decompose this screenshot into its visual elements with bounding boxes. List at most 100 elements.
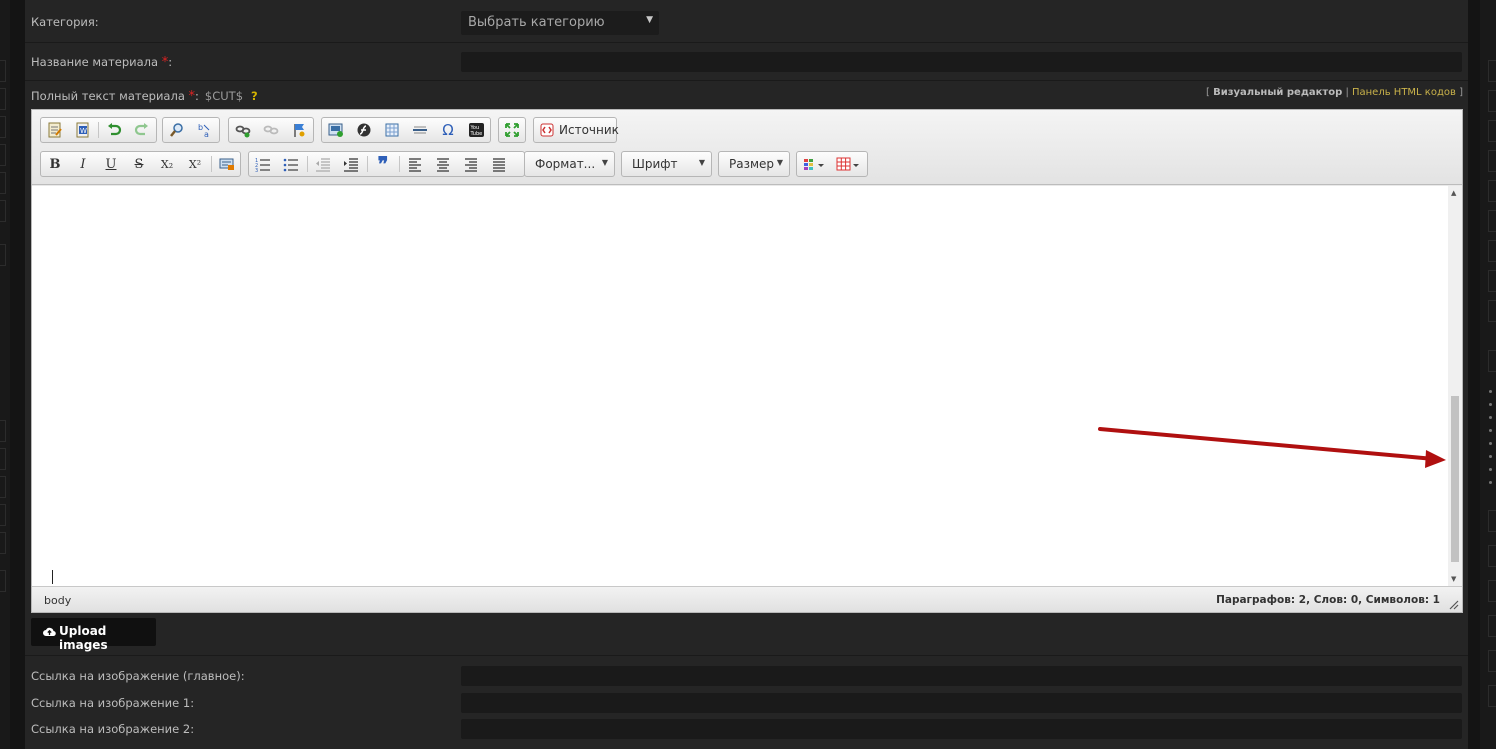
resize-grip-icon[interactable] xyxy=(1449,600,1459,610)
strikethrough-button[interactable]: S xyxy=(128,154,150,174)
font-combo-label: Шрифт xyxy=(632,157,678,171)
unlink-icon[interactable] xyxy=(260,120,282,140)
visual-editor-mode[interactable]: Визуальный редактор xyxy=(1213,87,1342,98)
sidebar-tab[interactable] xyxy=(0,476,6,498)
link-icon[interactable] xyxy=(232,120,254,140)
sidebar-tab[interactable] xyxy=(0,60,6,82)
sidebar-tab[interactable] xyxy=(1488,615,1496,637)
align-center-icon[interactable] xyxy=(432,154,454,174)
color-group xyxy=(796,151,868,177)
mode-separator: | xyxy=(1345,87,1349,98)
horizontal-rule-icon[interactable] xyxy=(409,120,431,140)
size-combo[interactable]: Размер ▼ xyxy=(718,151,790,177)
cut-tag[interactable]: $CUT$ xyxy=(205,89,243,103)
chevron-down-icon: ▼ xyxy=(776,158,783,167)
table-grid-icon[interactable] xyxy=(834,154,864,174)
scroll-down-icon[interactable]: ▼ xyxy=(1451,575,1456,583)
sidebar-tab[interactable] xyxy=(1488,510,1496,532)
youtube-icon[interactable]: You Tube xyxy=(465,120,487,140)
sidebar-tab[interactable] xyxy=(1488,150,1496,172)
sidebar-tab[interactable] xyxy=(1488,90,1496,112)
editor-content-area[interactable]: ▲ ▼ xyxy=(32,186,1462,586)
list-dot xyxy=(1489,442,1492,445)
main-image-input[interactable] xyxy=(461,666,1462,686)
list-dot xyxy=(1489,468,1492,471)
svg-text:W: W xyxy=(80,127,87,135)
bulleted-list-icon[interactable] xyxy=(280,154,302,174)
indent-icon[interactable] xyxy=(340,154,362,174)
sidebar-tab[interactable] xyxy=(1488,545,1496,567)
blockquote-icon[interactable]: ❞ xyxy=(372,152,394,176)
help-icon[interactable]: ? xyxy=(251,89,258,103)
sidebar-tab[interactable] xyxy=(1488,300,1496,322)
image2-input[interactable] xyxy=(461,719,1462,739)
list-dot xyxy=(1489,429,1492,432)
title-input[interactable] xyxy=(461,52,1462,72)
sidebar-tab[interactable] xyxy=(1488,240,1496,262)
special-char-icon[interactable]: Ω xyxy=(437,120,459,140)
category-label: Категория: xyxy=(31,15,99,29)
sidebar-tab[interactable] xyxy=(1488,350,1496,372)
remove-format-icon[interactable] xyxy=(216,154,238,174)
upload-images-button[interactable]: Upload images xyxy=(31,618,156,652)
source-button-label: Источник xyxy=(559,123,619,137)
font-combo[interactable]: Шрифт ▼ xyxy=(621,151,712,177)
numbered-list-icon[interactable]: 123 xyxy=(252,154,274,174)
redo-icon[interactable] xyxy=(131,120,153,140)
sidebar-tab[interactable] xyxy=(0,448,6,470)
bold-button[interactable]: B xyxy=(44,154,66,174)
image1-label: Ссылка на изображение 1: xyxy=(31,696,195,710)
bracket-open: [ xyxy=(1205,87,1210,98)
editor-scrollbar[interactable]: ▲ ▼ xyxy=(1448,186,1462,586)
outdent-icon[interactable] xyxy=(312,154,334,174)
sidebar-tab[interactable] xyxy=(0,244,6,266)
sidebar-tab[interactable] xyxy=(0,144,6,166)
superscript-button[interactable]: X² xyxy=(184,154,206,174)
align-left-icon[interactable] xyxy=(404,154,426,174)
align-right-icon[interactable] xyxy=(460,154,482,174)
anchor-icon[interactable] xyxy=(288,120,310,140)
sidebar-tab[interactable] xyxy=(1488,120,1496,142)
sidebar-tab[interactable] xyxy=(0,200,6,222)
source-button[interactable]: Источник xyxy=(533,117,619,143)
sidebar-tab[interactable] xyxy=(1488,270,1496,292)
maximize-icon[interactable] xyxy=(501,120,523,140)
undo-icon[interactable] xyxy=(103,120,125,140)
sidebar-tab[interactable] xyxy=(1488,685,1496,707)
replace-icon[interactable]: ba xyxy=(194,120,216,140)
sidebar-tab[interactable] xyxy=(0,420,6,442)
html-panel-mode[interactable]: Панель HTML кодов xyxy=(1352,87,1456,98)
subscript-button[interactable]: X₂ xyxy=(156,154,178,174)
scrollbar-thumb[interactable] xyxy=(1451,396,1459,562)
sidebar-tab[interactable] xyxy=(0,116,6,138)
sidebar-tab[interactable] xyxy=(0,172,6,194)
flash-icon[interactable] xyxy=(353,120,375,140)
underline-button[interactable]: U xyxy=(100,154,122,174)
sidebar-tab[interactable] xyxy=(1488,210,1496,232)
toolbar-separator xyxy=(211,156,212,172)
paste-word-icon[interactable]: W xyxy=(72,120,94,140)
paste-text-icon[interactable] xyxy=(44,120,66,140)
annotation-arrow xyxy=(1098,427,1446,468)
table-icon[interactable] xyxy=(381,120,403,140)
image-icon[interactable] xyxy=(325,120,347,140)
sidebar-tab[interactable] xyxy=(0,570,6,592)
category-select[interactable]: Выбрать категорию ▼ xyxy=(461,11,659,35)
sidebar-tab[interactable] xyxy=(0,532,6,554)
text-color-icon[interactable] xyxy=(800,154,830,174)
upload-cloud-icon xyxy=(43,627,56,637)
sidebar-tab[interactable] xyxy=(1488,180,1496,202)
italic-button[interactable]: I xyxy=(72,154,94,174)
scroll-up-icon[interactable]: ▲ xyxy=(1451,189,1456,197)
sidebar-tab[interactable] xyxy=(1488,60,1496,82)
sidebar-tab[interactable] xyxy=(0,504,6,526)
sidebar-tab[interactable] xyxy=(1488,650,1496,672)
find-icon[interactable] xyxy=(166,120,188,140)
element-path[interactable]: body xyxy=(44,594,71,607)
title-label: Название материала *: xyxy=(31,55,172,70)
format-combo[interactable]: Формат... ▼ xyxy=(524,151,615,177)
sidebar-tab[interactable] xyxy=(0,88,6,110)
align-justify-icon[interactable] xyxy=(488,154,510,174)
image1-input[interactable] xyxy=(461,693,1462,713)
sidebar-tab[interactable] xyxy=(1488,580,1496,602)
